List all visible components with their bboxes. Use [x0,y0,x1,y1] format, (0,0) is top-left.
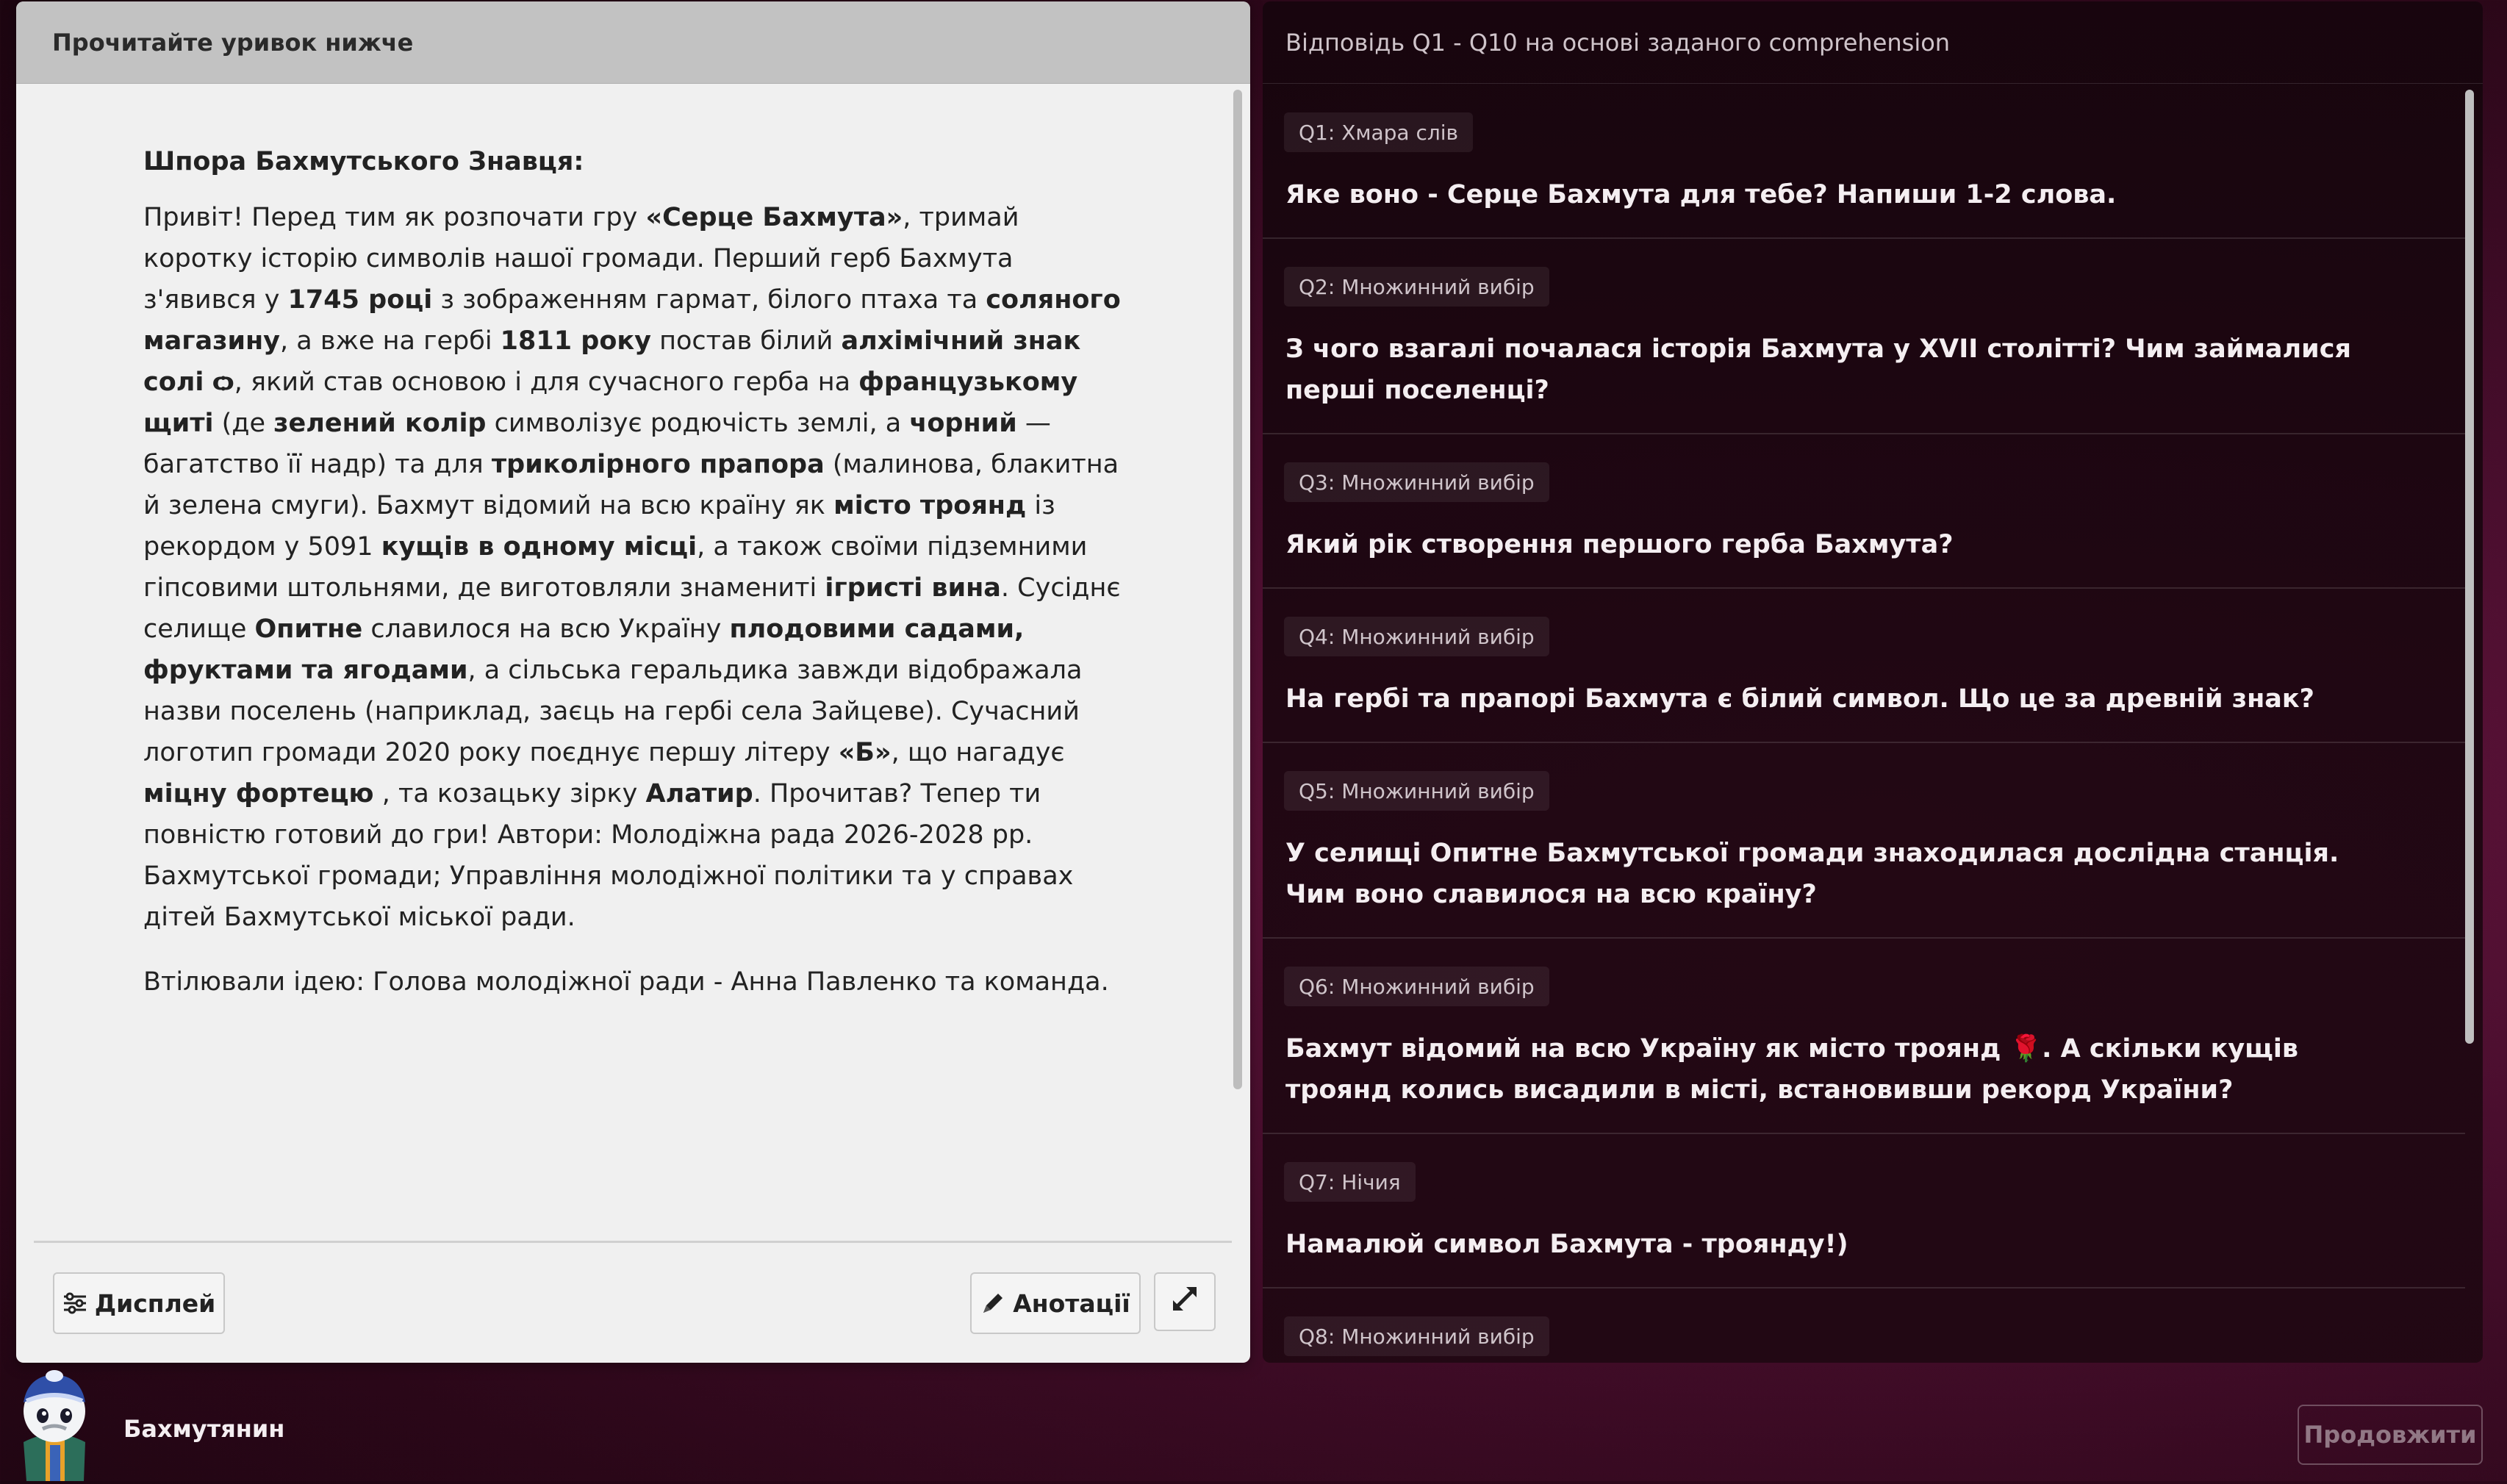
passage-text: , а вже на гербі [280,326,501,356]
username: Бахмутянин [123,1415,285,1443]
question-text: Який рік створення першого герба Бахмута… [1285,530,1954,559]
passage-emphasis: чорний [909,409,1017,438]
expand-icon [1170,1284,1199,1319]
question-tag: Q3: Множинний вибір [1284,462,1549,502]
continue-button[interactable]: Продовжити [2298,1405,2483,1465]
passage-emphasis: місто троянд [833,491,1027,520]
pen-icon [980,1291,1005,1316]
passage-title: Шпора Бахмутського Знавця: [143,147,584,176]
question-q8[interactable]: Q8: Множинний вибір [1263,1288,2465,1363]
passage-emphasis: ѻ [212,368,234,397]
question-text: У селищі Опитне Бахмутської громади знах… [1285,839,2339,909]
passage-emphasis: «Б» [838,738,892,767]
passage-emphasis: 1811 року [500,326,651,356]
question-tag: Q7: Нічия [1284,1162,1416,1202]
passage-body: Привіт! Перед тим як розпочати гру «Серц… [143,197,1128,938]
reading-scrollbar[interactable] [1233,90,1242,1089]
display-button[interactable]: Дисплей [53,1272,225,1334]
reading-panel: Прочитайте уривок нижче Шпора Бахмутсько… [16,1,1250,1363]
question-text: На гербі та прапорі Бахмута є білий симв… [1285,684,2314,714]
sliders-icon [62,1292,87,1314]
question-q2[interactable]: Q2: Множинний вибір З чого взагалі почал… [1263,239,2465,434]
question-q7[interactable]: Q7: Нічия Намалюй символ Бахмута - троян… [1263,1134,2465,1288]
display-button-label: Дисплей [94,1288,216,1318]
questions-scrollbar[interactable] [2465,90,2474,1044]
questions-panel: Відповідь Q1 - Q10 на основі заданого co… [1263,1,2483,1363]
question-q1[interactable]: Q1: Хмара слів Яке воно - Серце Бахмута … [1263,85,2465,239]
annotations-button[interactable]: Анотації [970,1272,1141,1334]
passage: Шпора Бахмутського Знавця: Привіт! Перед… [143,141,1128,1003]
avatar [13,1369,96,1481]
passage-text: символізує родючість землі, а [486,409,910,438]
passage-emphasis: міцну фортецю [143,779,374,809]
question-tag: Q1: Хмара слів [1284,112,1474,152]
annotations-button-label: Анотації [1013,1288,1130,1318]
question-text: Намалюй символ Бахмута - троянду!) [1285,1230,1848,1259]
passage-footer: Втілювали ідею: Голова молодіжної ради -… [143,967,1109,997]
question-q3[interactable]: Q3: Множинний вибір Який рік створення п… [1263,434,2465,589]
question-q4[interactable]: Q4: Множинний вибір На гербі та прапорі … [1263,589,2465,743]
question-tag: Q4: Множинний вибір [1284,617,1549,656]
question-tag: Q2: Множинний вибір [1284,267,1549,307]
passage-emphasis: зелений колір [273,409,487,438]
passage-text: Привіт! Перед тим як розпочати гру [143,203,646,232]
questions-panel-header: Відповідь Q1 - Q10 на основі заданого co… [1263,1,2483,84]
passage-emphasis: «Серце Бахмута» [645,203,903,232]
passage-text: , та козацьку зірку [373,779,646,809]
passage-text [204,368,212,397]
passage-text: з зображенням гармат, білого птаха та [432,285,986,315]
question-tag: Q5: Множинний вибір [1284,771,1549,811]
passage-emphasis: 1745 році [287,285,433,315]
passage-emphasis: Опитне [254,614,363,644]
passage-text: славилося на всю Україну [362,614,730,644]
question-text: Бахмут відомий на всю Україну як місто т… [1285,1034,2298,1105]
question-tag: Q8: Множинний вибір [1284,1316,1549,1356]
question-list: Q1: Хмара слів Яке воно - Серце Бахмута … [1263,85,2465,1363]
footer-divider [34,1241,1232,1243]
question-text: З чого взагалі почалася історія Бахмута … [1285,334,2351,405]
question-tag: Q6: Множинний вибір [1284,967,1549,1006]
passage-text: , який став основою і для сучасного герб… [234,368,859,397]
passage-emphasis: Алатир [645,779,753,809]
passage-emphasis: кущів в одному місці [381,532,697,562]
reading-panel-header: Прочитайте уривок нижче [16,1,1250,84]
expand-button[interactable] [1154,1272,1216,1331]
passage-text: , що нагадує [891,738,1065,767]
passage-text: (де [213,409,274,438]
passage-emphasis: триколірного прапора [491,450,825,479]
question-q6[interactable]: Q6: Множинний вибір Бахмут відомий на вс… [1263,939,2465,1134]
passage-emphasis: ігристі вина [825,573,1001,603]
passage-text: постав білий [650,326,842,356]
question-text: Яке воно - Серце Бахмута для тебе? Напиш… [1285,180,2117,209]
question-q5[interactable]: Q5: Множинний вибір У селищі Опитне Бахм… [1263,743,2465,939]
